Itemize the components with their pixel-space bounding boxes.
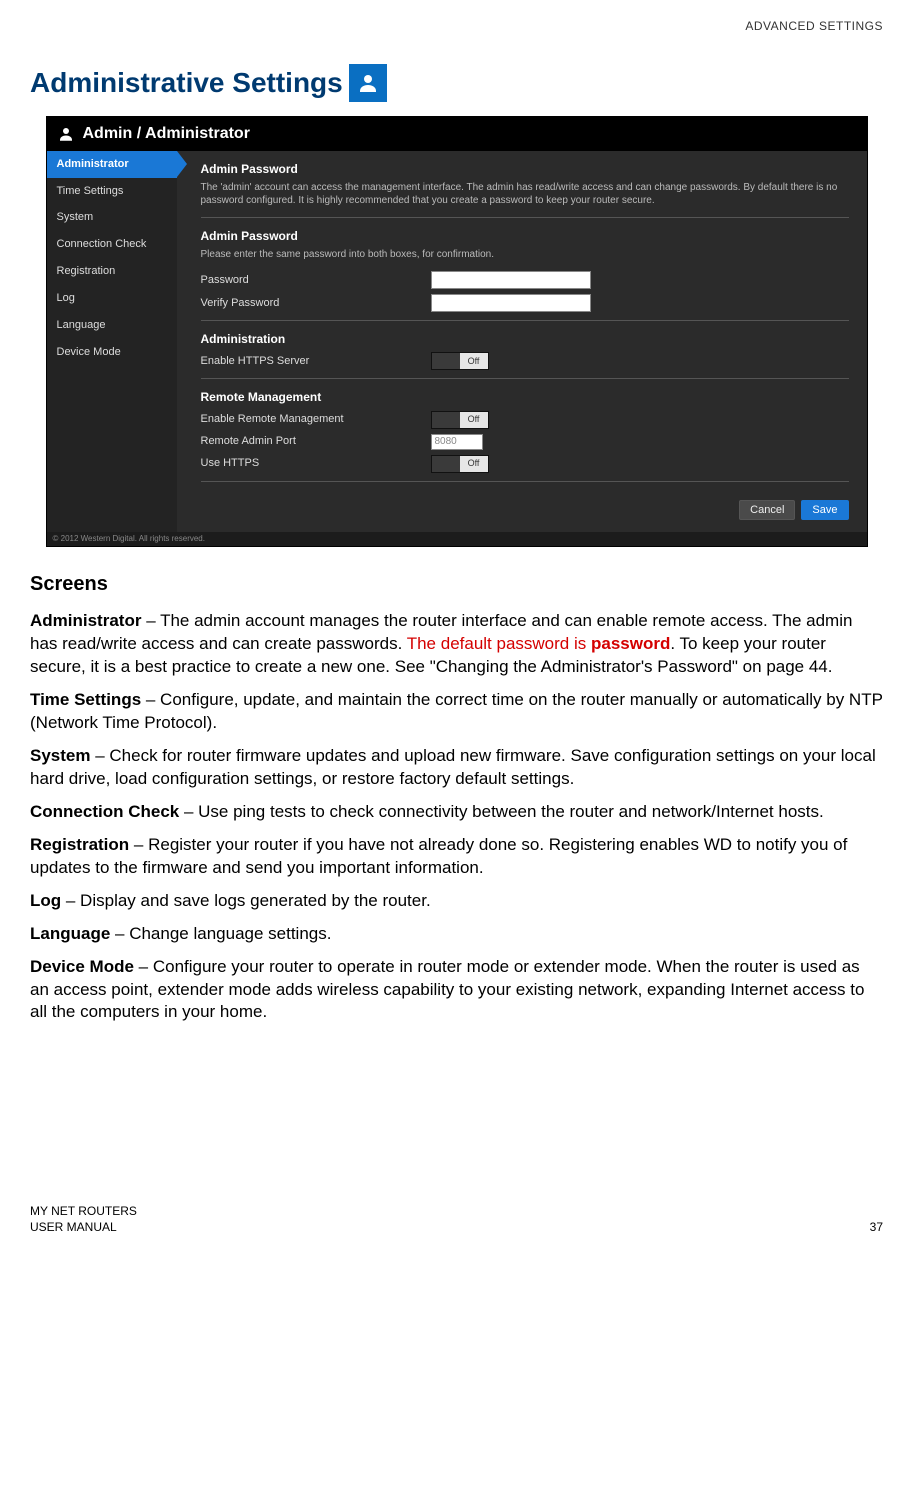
para-administrator: Administrator – The admin account manage… [30,610,883,679]
sidebar-item-administrator[interactable]: Administrator [47,151,177,178]
shot-sidebar: Administrator Time Settings System Conne… [47,151,177,532]
page-title: Administrative Settings [30,64,343,102]
label-verify-password: Verify Password [201,296,431,311]
remote-port-input[interactable] [431,434,483,450]
sidebar-item-registration[interactable]: Registration [47,258,177,285]
para-language: Language – Change language settings. [30,923,883,946]
cancel-button[interactable]: Cancel [739,500,795,520]
sidebar-item-language[interactable]: Language [47,312,177,339]
label-password: Password [201,273,431,288]
para-log: Log – Display and save logs generated by… [30,890,883,913]
toggle-enable-https[interactable]: Off [431,352,489,370]
sidebar-item-connection[interactable]: Connection Check [47,231,177,258]
para-time: Time Settings – Configure, update, and m… [30,689,883,735]
label-use-https: Use HTTPS [201,456,431,471]
para-device-mode: Device Mode – Configure your router to o… [30,956,883,1025]
section-desc-admin-pw: Please enter the same password into both… [201,248,849,261]
shot-breadcrumb: Admin / Administrator [47,117,867,151]
user-icon [57,125,75,143]
section-title-remote: Remote Management [201,389,849,405]
sidebar-item-log[interactable]: Log [47,285,177,312]
para-system: System – Check for router firmware updat… [30,745,883,791]
sidebar-item-devicemode[interactable]: Device Mode [47,339,177,366]
shot-copyright: © 2012 Western Digital. All rights reser… [47,532,867,547]
footer-product: MY NET ROUTERS USER MANUAL [30,1204,137,1235]
save-button[interactable]: Save [801,500,848,520]
sidebar-item-system[interactable]: System [47,204,177,231]
sidebar-item-time[interactable]: Time Settings [47,178,177,205]
section-tag: ADVANCED SETTINGS [30,18,883,34]
section-desc-admin-pw-info: The 'admin' account can access the manag… [201,181,849,207]
verify-password-input[interactable] [431,294,591,312]
para-registration: Registration – Register your router if y… [30,834,883,880]
label-remote-port: Remote Admin Port [201,434,431,449]
router-screenshot: Admin / Administrator Administrator Time… [46,116,868,547]
toggle-use-https[interactable]: Off [431,455,489,473]
breadcrumb-text: Admin / Administrator [83,123,250,145]
section-title-administration: Administration [201,331,849,347]
screens-heading: Screens [30,571,883,598]
page-number: 37 [870,1219,883,1235]
section-title-admin-pw: Admin Password [201,228,849,244]
password-input[interactable] [431,271,591,289]
toggle-enable-remote[interactable]: Off [431,411,489,429]
label-enable-remote: Enable Remote Management [201,412,431,427]
admin-icon [349,64,387,102]
label-enable-https: Enable HTTPS Server [201,354,431,369]
section-title-admin-pw-info: Admin Password [201,161,849,177]
para-connection: Connection Check – Use ping tests to che… [30,801,883,824]
